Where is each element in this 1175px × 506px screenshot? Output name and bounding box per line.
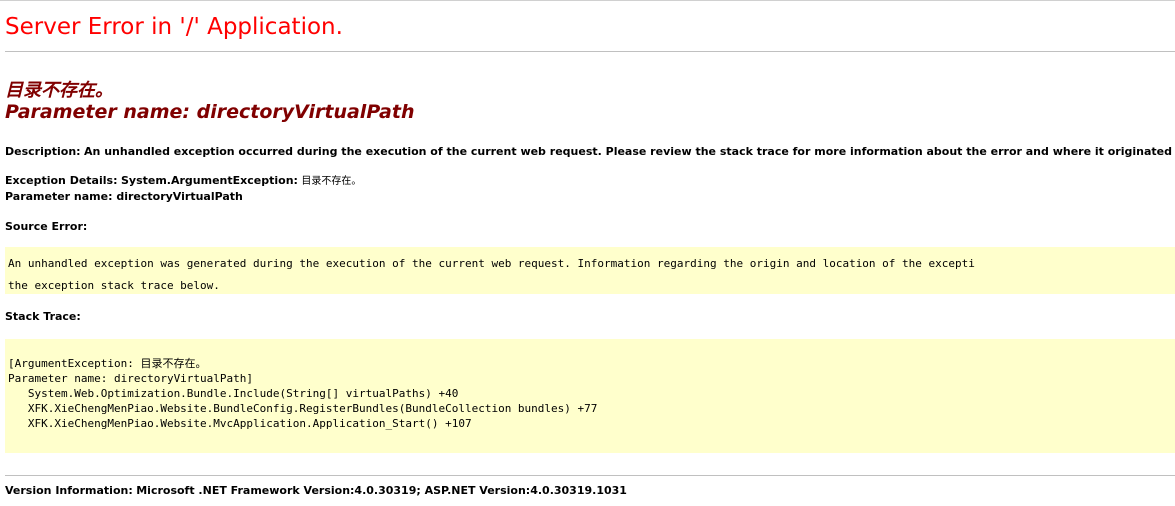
footer-divider — [5, 475, 1175, 476]
version-label: Version Information: — [5, 484, 133, 497]
stack-trace-label: Stack Trace: — [5, 310, 81, 323]
exception-param-line: Parameter name: directoryVirtualPath — [5, 190, 243, 204]
source-error-line: An unhandled exception was generated dur… — [8, 257, 975, 270]
description-section: Description: An unhandled exception occu… — [5, 145, 1175, 159]
version-information: Version Information: Microsoft .NET Fram… — [5, 484, 627, 498]
top-border — [0, 0, 1175, 1]
page-title: Server Error in '/' Application. — [5, 14, 343, 40]
stack-trace-line: XFK.XieChengMenPiao.Website.BundleConfig… — [8, 402, 598, 415]
exception-param-text: Parameter name: directoryVirtualPath — [5, 190, 243, 203]
stack-trace-line: XFK.XieChengMenPiao.Website.MvcApplicati… — [8, 417, 472, 430]
error-message-line-1: 目录不存在。 — [5, 80, 113, 101]
source-error-line: the exception stack trace below. — [8, 279, 220, 292]
exception-details-section: Exception Details: System.ArgumentExcept… — [5, 174, 361, 189]
description-text: An unhandled exception occurred during t… — [84, 145, 1175, 158]
exception-message: 目录不存在。 — [301, 176, 362, 187]
exception-type: System.ArgumentException: — [120, 174, 298, 187]
description-label: Description: — [5, 145, 81, 158]
source-error-label: Source Error: — [5, 220, 88, 233]
stack-trace-line: Parameter name: directoryVirtualPath] — [8, 372, 254, 385]
version-text: Microsoft .NET Framework Version:4.0.303… — [136, 484, 627, 497]
title-divider — [5, 51, 1175, 52]
stack-trace-line: [ArgumentException: 目录不存在。 — [8, 357, 207, 370]
source-error-heading: Source Error: — [5, 220, 87, 234]
stack-trace-line: System.Web.Optimization.Bundle.Include(S… — [8, 387, 459, 400]
exception-details-label: Exception Details: — [5, 174, 118, 187]
source-error-box: An unhandled exception was generated dur… — [5, 247, 1175, 294]
stack-trace-heading: Stack Trace: — [5, 310, 81, 324]
error-message-line-2: Parameter name: directoryVirtualPath — [5, 101, 415, 123]
stack-trace-box: [ArgumentException: 目录不存在。 Parameter name… — [5, 339, 1175, 453]
